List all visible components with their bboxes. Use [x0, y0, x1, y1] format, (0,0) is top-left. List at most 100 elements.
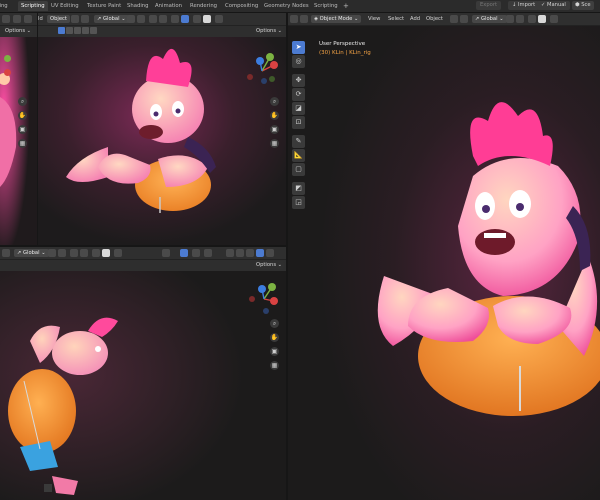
snap-options-icon[interactable] — [80, 249, 88, 257]
transform-options-icon[interactable] — [460, 15, 468, 23]
select-new-icon[interactable] — [58, 27, 65, 34]
falloff-icon[interactable] — [114, 249, 122, 257]
options-dropdown[interactable]: Options ⌄ — [3, 27, 34, 35]
bottom-left-viewport[interactable]: ↗ Global ⌄ Options ⌄ ⌕ ✋ ▣ ▦ — [0, 247, 286, 500]
menu-object[interactable]: Object — [426, 15, 443, 23]
top-left-viewport[interactable]: ld Object ↗ Global ⌄ Options ⌄ ⌕ ✋ ▣ ▦ — [38, 13, 286, 245]
x-axis-handle[interactable] — [270, 297, 278, 305]
overlay-icon[interactable] — [24, 15, 32, 23]
add-workspace-button[interactable]: + — [343, 1, 349, 11]
left-viewport-partial[interactable]: Options ⌄ ⌕ ✋ ▣ ▦ — [0, 13, 37, 245]
active-tool-icon[interactable] — [180, 249, 188, 257]
z-axis-handle[interactable] — [256, 57, 264, 65]
pivot-options-icon[interactable] — [137, 15, 145, 23]
transform-icon[interactable] — [450, 15, 458, 23]
pivot-icon[interactable] — [506, 15, 514, 23]
workspace-tab[interactable]: Scripting — [314, 1, 338, 11]
transform-options-icon[interactable] — [81, 15, 89, 23]
orientation-dropdown[interactable]: ↗ Global ⌄ — [472, 15, 507, 23]
scale-tool-icon[interactable]: ◪ — [292, 102, 305, 115]
workspace-tab[interactable]: Scripting — [18, 1, 48, 11]
editor-type-icon[interactable] — [2, 15, 10, 23]
select-extend-icon[interactable] — [66, 27, 73, 34]
menu-select[interactable]: Select — [388, 15, 404, 23]
transform-tool-icon[interactable]: ⊡ — [292, 116, 305, 129]
navigation-gizmo[interactable] — [244, 279, 284, 319]
material-shading-icon[interactable] — [246, 249, 254, 257]
object-mode-dropdown[interactable]: ◈ Object Mode ⌄ — [311, 15, 362, 23]
pan-hand-icon[interactable]: ✋ — [270, 333, 279, 342]
pivot-icon[interactable] — [48, 249, 56, 257]
axis-gizmo[interactable] — [242, 51, 282, 91]
cursor-tool-icon[interactable]: ◎ — [292, 55, 305, 68]
xray-icon[interactable] — [192, 249, 200, 257]
shading-solid-icon[interactable] — [203, 15, 211, 23]
axis-gizmo[interactable] — [0, 53, 36, 97]
neg-z-axis-handle[interactable] — [261, 78, 267, 84]
select-invert-icon[interactable] — [82, 27, 89, 34]
grid-ortho-icon[interactable]: ▦ — [18, 139, 27, 148]
grid-ortho-icon[interactable]: ▦ — [270, 139, 279, 148]
solid-shading-icon[interactable] — [236, 249, 244, 257]
zoom-icon[interactable]: ⌕ — [270, 319, 279, 328]
overlay-icon[interactable] — [193, 15, 201, 23]
proportional-icon[interactable] — [70, 249, 78, 257]
proportional-falloff-icon[interactable] — [215, 15, 223, 23]
annotate-tool-icon[interactable]: ✎ — [292, 135, 305, 148]
pivot-options-icon[interactable] — [58, 249, 66, 257]
move-tool-icon[interactable]: ✥ — [292, 74, 305, 87]
y-axis-handle[interactable] — [266, 53, 274, 61]
select-tool-icon[interactable]: ➤ — [292, 41, 305, 54]
pan-hand-icon[interactable]: ✋ — [270, 111, 279, 120]
editor-type-options-icon[interactable] — [300, 15, 308, 23]
select-tool-icon[interactable] — [162, 249, 170, 257]
area-divider-vertical[interactable] — [286, 13, 288, 500]
pan-hand-icon[interactable]: ✋ — [18, 111, 27, 120]
area-divider-horizontal[interactable] — [0, 245, 286, 247]
orientation-dropdown[interactable]: ↗ Global ⌄ — [14, 249, 49, 257]
manual-button[interactable]: ✓ Manual — [537, 1, 570, 10]
camera-icon[interactable]: ▣ — [270, 125, 279, 134]
x-axis-handle[interactable] — [270, 61, 278, 69]
neg-x-axis-handle[interactable] — [247, 74, 253, 80]
navigation-gizmo[interactable] — [242, 51, 282, 91]
options-dropdown[interactable]: Options ⌄ — [254, 27, 285, 35]
scene-selector[interactable]: ⬢ Sce — [572, 1, 594, 10]
zoom-icon[interactable]: ⌕ — [270, 97, 279, 106]
bevel-tool-icon[interactable]: ◲ — [292, 196, 305, 209]
transform-icon[interactable] — [71, 15, 79, 23]
workspace-tab[interactable]: Animation — [155, 1, 182, 11]
camera-icon[interactable]: ▣ — [18, 125, 27, 134]
shear-tool-icon[interactable]: ◩ — [292, 182, 305, 195]
workspace-tab[interactable]: Geometry Nodes — [264, 1, 309, 11]
mode-dropdown[interactable]: Object — [47, 15, 70, 23]
snap-target-icon[interactable] — [181, 15, 189, 23]
menu-view[interactable]: View — [368, 15, 380, 23]
proportional-icon[interactable] — [149, 15, 157, 23]
falloff-icon[interactable] — [550, 15, 558, 23]
transform-options-icon[interactable] — [2, 249, 10, 257]
main-3d-viewport[interactable]: ◈ Object Mode ⌄ View Select Add Object ↗… — [288, 13, 600, 500]
snap-options-icon[interactable] — [159, 15, 167, 23]
view-icon[interactable] — [13, 15, 21, 23]
proportional-icon[interactable] — [528, 15, 536, 23]
import-button[interactable]: ↓ Import — [508, 1, 540, 10]
axis-gizmo[interactable] — [244, 279, 284, 319]
camera-icon[interactable]: ▣ — [270, 347, 279, 356]
zoom-icon[interactable]: ⌕ — [18, 97, 27, 106]
overlay-icon[interactable] — [204, 249, 212, 257]
workspace-tab[interactable]: ling — [0, 1, 8, 11]
y-axis-handle[interactable] — [4, 55, 11, 62]
selection-mode-buttons[interactable] — [58, 27, 98, 35]
wireframe-shading-icon[interactable] — [226, 249, 234, 257]
workspace-tab[interactable]: UV Editing — [51, 1, 79, 11]
orientation-dropdown[interactable]: ↗ Global ⌄ — [94, 15, 129, 23]
workspace-tab[interactable]: Texture Paint — [87, 1, 121, 11]
shading-color-icon[interactable] — [102, 249, 110, 257]
shading-color-icon[interactable] — [538, 15, 546, 23]
pivot-options-icon[interactable] — [516, 15, 524, 23]
pivot-icon[interactable] — [127, 15, 135, 23]
z-axis-handle[interactable] — [258, 285, 266, 293]
neg-x-axis-handle[interactable] — [249, 296, 255, 302]
snap-icon[interactable] — [171, 15, 179, 23]
